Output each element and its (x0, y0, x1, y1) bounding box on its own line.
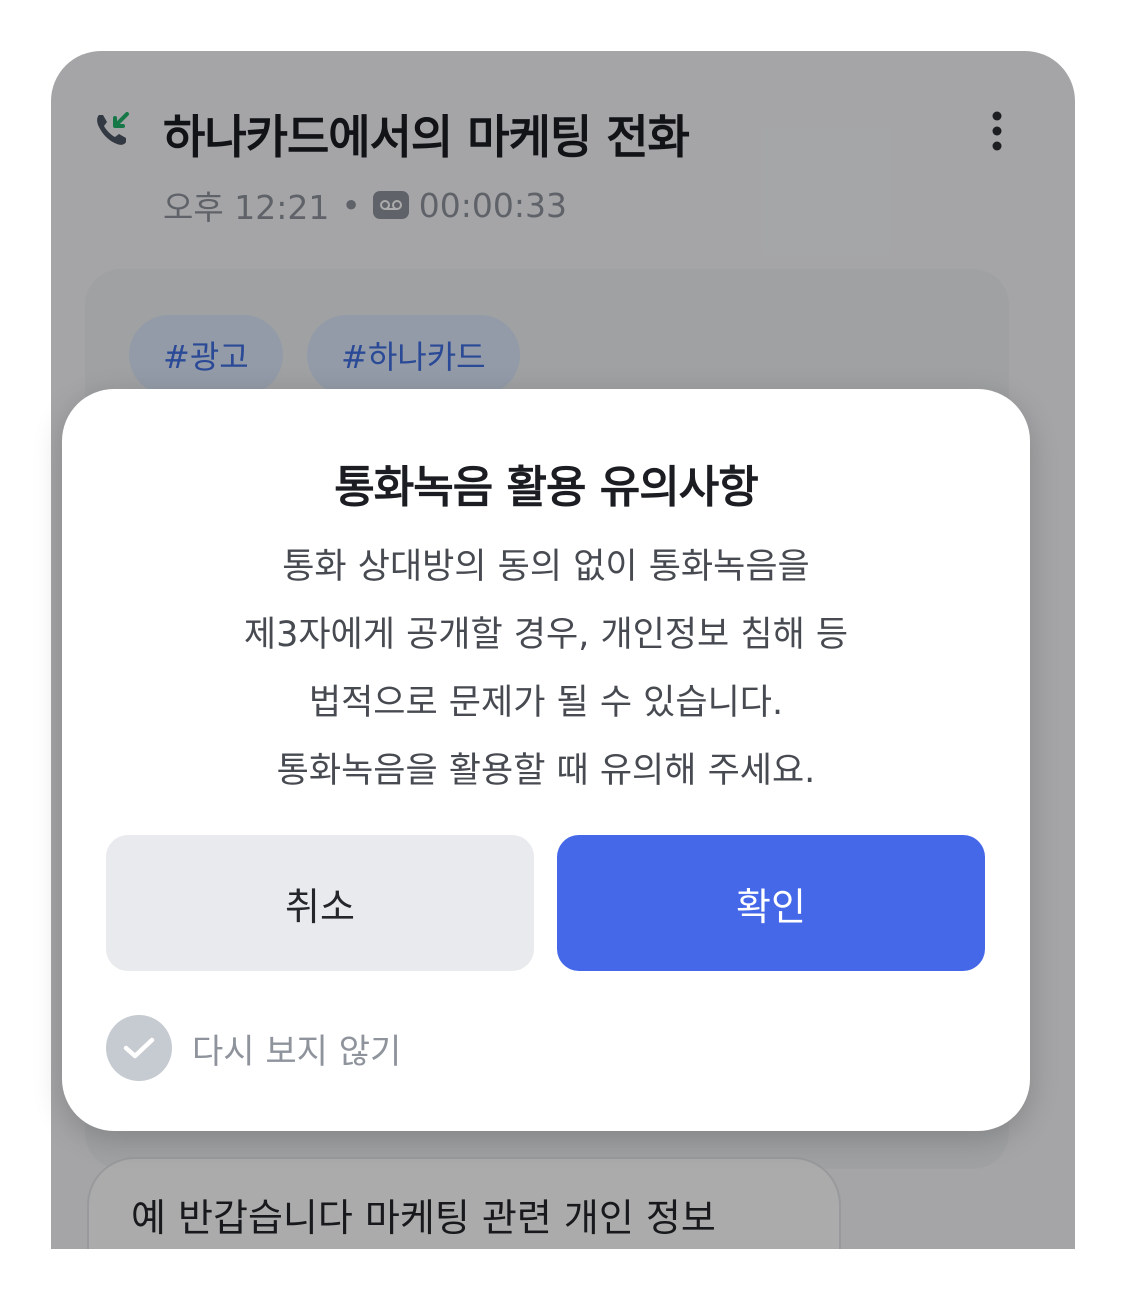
dialog-message-line: 법적으로 문제가 될 수 있습니다. (308, 683, 784, 723)
dialog-message-line: 통화 상대방의 동의 없이 통화녹음을 (282, 547, 810, 587)
recording-notice-dialog: 통화녹음 활용 유의사항 통화 상대방의 동의 없이 통화녹음을 제3자에게 공… (62, 389, 1030, 1131)
dialog-message: 통화 상대방의 동의 없이 통화녹음을 제3자에게 공개할 경우, 개인정보 침… (62, 533, 1030, 805)
dialog-message-line: 제3자에게 공개할 경우, 개인정보 침해 등 (243, 615, 849, 655)
check-icon[interactable] (106, 1015, 172, 1081)
cancel-button[interactable]: 취소 (106, 835, 534, 971)
dialog-message-line: 통화녹음을 활용할 때 유의해 주세요. (276, 751, 816, 791)
dont-show-again-checkbox[interactable]: 다시 보지 않기 (106, 1015, 401, 1081)
confirm-button[interactable]: 확인 (557, 835, 985, 971)
dialog-title: 통화녹음 활용 유의사항 (334, 462, 758, 513)
dont-show-again-label: 다시 보지 않기 (192, 1031, 402, 1072)
